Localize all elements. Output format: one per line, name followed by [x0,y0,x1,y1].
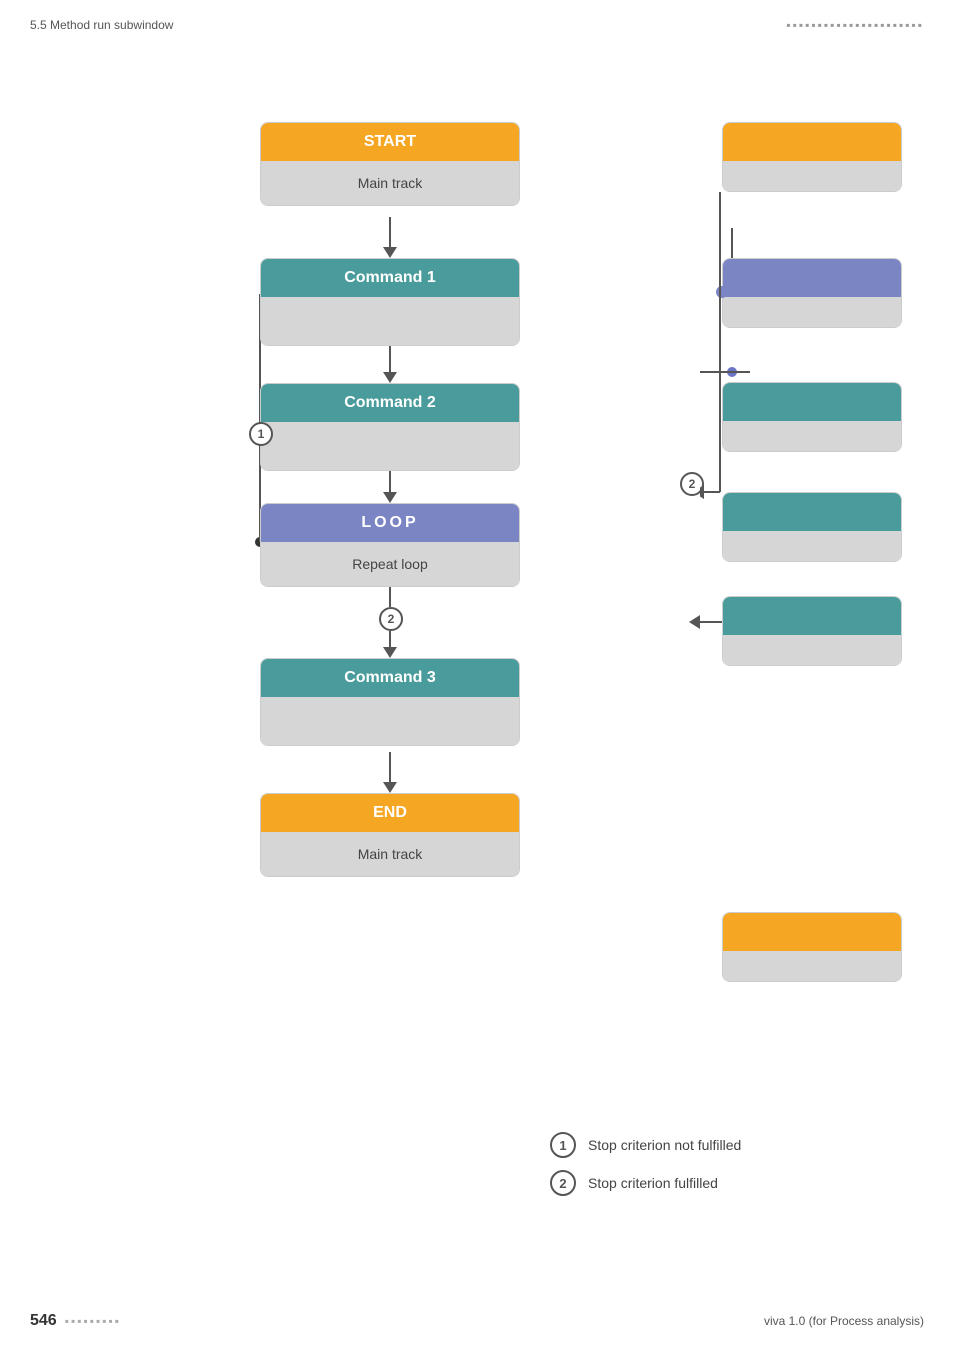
right-end-block [722,912,902,982]
loop-block: LOOP Repeat loop [260,503,520,587]
main-content: START Main track Command 1 Command 2 LOO… [0,32,954,1232]
command2-block: Command 2 [260,383,520,471]
end-block-header: END [261,794,519,832]
end-block-card: END Main track [260,793,520,877]
page-header: 5.5 Method run subwindow ▪▪▪▪▪▪▪▪▪▪▪▪▪▪▪… [0,0,954,32]
right-start-card [722,122,902,192]
command1-body [261,297,519,345]
footer-dots: ▪▪▪▪▪▪▪▪▪ [65,1314,121,1328]
command1-header: Command 1 [261,259,519,297]
footer-left: 546 ▪▪▪▪▪▪▪▪▪ [30,1312,121,1330]
right-end-body [723,951,901,981]
right-circle-badge-2: 2 [680,472,704,496]
legend-item-2: 2 Stop criterion fulfilled [550,1170,741,1196]
command1-card: Command 1 [260,258,520,346]
command3-block: Command 3 [260,658,520,746]
right-command1-block [722,258,902,328]
right-cmd4-card [722,596,902,666]
loop-card: LOOP Repeat loop [260,503,520,587]
right-cmd4-body [723,635,901,665]
right-end-header [723,913,901,951]
start-block: START Main track [260,122,520,206]
page-footer: 546 ▪▪▪▪▪▪▪▪▪ viva 1.0 (for Process anal… [30,1312,924,1330]
right-end-card [722,912,902,982]
right-cmd2-body [723,421,901,451]
right-cmd2-header [723,383,901,421]
right-cmd1-body [723,297,901,327]
end-block-body: Main track [261,832,519,876]
right-cmd1-card [722,258,902,328]
start-block-header: START [261,123,519,161]
page-number: 546 [30,1312,57,1330]
right-command3-block [722,492,902,562]
start-block-card: START Main track [260,122,520,206]
legend-text-1: Stop criterion not fulfilled [588,1137,741,1153]
command2-card: Command 2 [260,383,520,471]
right-start-body [723,161,901,191]
right-cmd3-card [722,492,902,562]
legend-text-2: Stop criterion fulfilled [588,1175,718,1191]
right-command4-block [722,596,902,666]
command1-block: Command 1 [260,258,520,346]
right-command2-block [722,382,902,452]
footer-version: viva 1.0 (for Process analysis) [764,1314,924,1328]
legend-item-1: 1 Stop criterion not fulfilled [550,1132,741,1158]
right-cmd2-card [722,382,902,452]
loop-body: Repeat loop [261,542,519,586]
circle-badge-2: 2 [379,607,403,631]
legend-circle-2: 2 [550,1170,576,1196]
loop-header: LOOP [261,504,519,542]
section-title: 5.5 Method run subwindow [30,18,173,32]
right-cmd1-dot [716,286,728,298]
right-cmd4-header [723,597,901,635]
right-cmd3-body [723,531,901,561]
end-block: END Main track [260,793,520,877]
right-start-block [722,122,902,192]
command2-body [261,422,519,470]
legend-circle-1: 1 [550,1132,576,1158]
circle-badge-1: 1 [249,422,273,446]
command3-header: Command 3 [261,659,519,697]
command3-card: Command 3 [260,658,520,746]
command3-body [261,697,519,745]
right-cmd3-header [723,493,901,531]
command2-header: Command 2 [261,384,519,422]
right-cmd1-header [723,259,901,297]
legend: 1 Stop criterion not fulfilled 2 Stop cr… [550,1132,741,1208]
start-block-body: Main track [261,161,519,205]
right-start-header [723,123,901,161]
header-decoration: ▪▪▪▪▪▪▪▪▪▪▪▪▪▪▪▪▪▪▪▪▪▪ [786,18,924,32]
